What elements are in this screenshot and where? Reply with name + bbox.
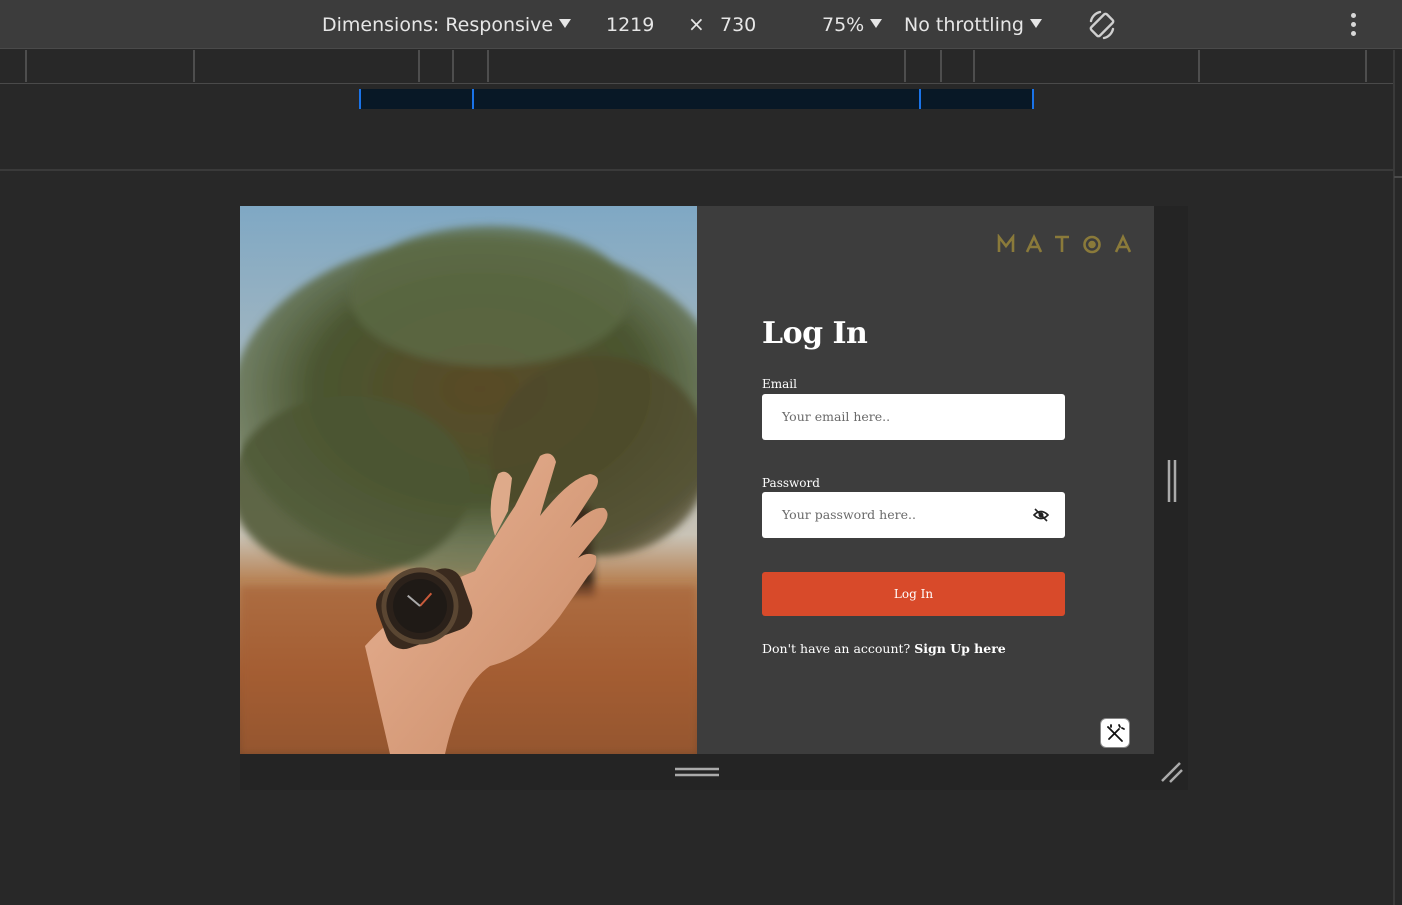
chevron-down-icon: [870, 19, 883, 28]
media-query-ruler: [0, 50, 1394, 84]
email-label: Email: [762, 377, 797, 391]
password-label: Password: [762, 476, 820, 490]
zoom-dropdown[interactable]: 75%: [822, 12, 883, 38]
ruler-tick[interactable]: [940, 50, 942, 82]
ruler-tick[interactable]: [452, 50, 454, 82]
brand-logo: [997, 234, 1131, 254]
extension-button[interactable]: [1100, 718, 1130, 748]
times-icon: ×: [688, 12, 705, 36]
ruler-tick[interactable]: [25, 50, 27, 82]
dimensions-label: Dimensions: Responsive: [322, 14, 554, 36]
password-placeholder: Your password here..: [782, 507, 916, 522]
ruler-tick[interactable]: [487, 50, 489, 82]
dimensions-dropdown[interactable]: Dimensions: Responsive: [322, 12, 572, 38]
resize-handle-corner[interactable]: [1159, 760, 1185, 786]
height-input[interactable]: 730: [720, 12, 756, 38]
media-query-bar[interactable]: [359, 89, 1034, 109]
login-button[interactable]: Log In: [762, 572, 1065, 616]
device-viewport: Log In Email Your email here.. Password …: [240, 206, 1154, 754]
chevron-down-icon: [559, 19, 572, 28]
ruler-tick[interactable]: [904, 50, 906, 82]
divider: [1393, 50, 1395, 905]
signup-link[interactable]: Sign Up here: [914, 641, 1006, 656]
throttling-dropdown[interactable]: No throttling: [904, 12, 1042, 38]
eye-off-icon[interactable]: [1033, 507, 1049, 523]
width-input[interactable]: 1219: [606, 12, 654, 38]
ruler-tick[interactable]: [973, 50, 975, 82]
email-field[interactable]: Your email here..: [762, 394, 1065, 440]
email-placeholder: Your email here..: [782, 409, 891, 424]
throttling-label: No throttling: [904, 14, 1024, 36]
more-options-icon[interactable]: [1340, 10, 1368, 40]
divider: [1394, 176, 1402, 178]
resize-handle-right[interactable]: [1166, 458, 1178, 504]
divider: [0, 169, 1394, 171]
page-title: Log In: [762, 316, 868, 351]
signup-prompt: Don't have an account?: [762, 641, 911, 656]
password-field[interactable]: Your password here..: [762, 492, 1065, 538]
rotate-icon[interactable]: [1086, 9, 1118, 41]
login-panel: Log In Email Your email here.. Password …: [697, 206, 1154, 754]
signup-text: Don't have an account? Sign Up here: [762, 641, 1006, 656]
chevron-down-icon: [1029, 19, 1042, 28]
ruler-tick[interactable]: [1198, 50, 1200, 82]
zoom-label: 75%: [822, 14, 865, 36]
media-query-divider: [472, 89, 474, 109]
magic-wand-off-icon: [1107, 724, 1125, 742]
ruler-tick[interactable]: [418, 50, 420, 82]
resize-handle-bottom[interactable]: [674, 766, 720, 778]
hero-image: [240, 206, 697, 754]
device-toolbar: Dimensions: Responsive 1219 × 730 75% No…: [0, 0, 1402, 49]
media-query-divider: [919, 89, 921, 109]
ruler-tick[interactable]: [1365, 50, 1367, 82]
ruler-tick[interactable]: [193, 50, 195, 82]
